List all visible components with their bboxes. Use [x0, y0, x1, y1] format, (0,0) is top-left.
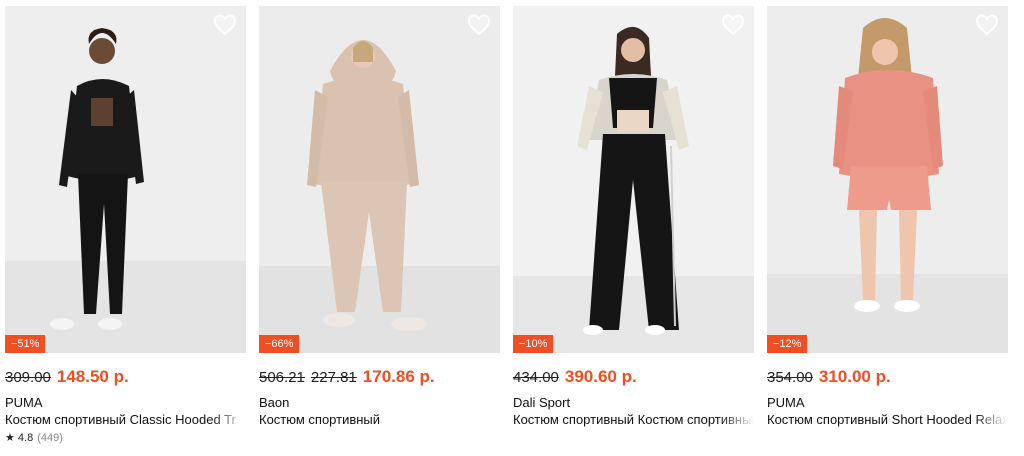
current-price: 148.50 р. — [56, 367, 129, 386]
review-count: (449) — [37, 432, 63, 444]
product-brand[interactable]: PUMA — [5, 395, 246, 411]
price-row: 434.00 390.60 р. — [513, 367, 754, 389]
product-grid: −51% 309.00 148.50 р. PUMA Костюм спорти… — [0, 0, 1024, 456]
heart-outline-icon[interactable] — [975, 13, 999, 37]
product-brand[interactable]: Dali Sport — [513, 395, 754, 411]
price-row: 354.00 310.00 р. — [767, 367, 1008, 389]
product-brand[interactable]: Baon — [259, 395, 500, 411]
current-price: 170.86 р. — [362, 367, 435, 386]
rating-value: ★ 4.8 — [5, 432, 34, 444]
current-price: 390.60 р. — [564, 367, 637, 386]
product-title[interactable]: Костюм спортивный — [259, 411, 500, 428]
old-price: 309.00 — [5, 369, 51, 386]
old-price: 354.00 — [767, 369, 813, 386]
product-card[interactable]: −66% 506.21 227.81 170.86 р. Baon Костюм… — [259, 6, 500, 456]
product-title[interactable]: Костюм спортивный Костюм спортивный — [513, 411, 754, 428]
product-rating: ★ 4.8 (449) — [5, 431, 246, 445]
model-photo-black-wide-pants — [513, 6, 754, 353]
product-image[interactable]: −66% — [259, 6, 500, 353]
product-card[interactable]: −10% 434.00 390.60 р. Dali Sport Костюм … — [513, 6, 754, 456]
heart-outline-icon[interactable] — [213, 13, 237, 37]
product-title[interactable]: Костюм спортивный Classic Hooded Tr — [5, 411, 246, 428]
discount-badge: −10% — [513, 335, 554, 353]
product-image[interactable]: −10% — [513, 6, 754, 353]
product-image[interactable]: −12% — [767, 6, 1008, 353]
current-price: 310.00 р. — [818, 367, 891, 386]
model-photo-black-tracksuit — [5, 6, 246, 353]
discount-badge: −66% — [259, 335, 300, 353]
discount-badge: −12% — [767, 335, 808, 353]
product-card[interactable]: −51% 309.00 148.50 р. PUMA Костюм спорти… — [5, 6, 246, 456]
product-card[interactable]: −12% 354.00 310.00 р. PUMA Костюм спорти… — [767, 6, 1008, 456]
price-row: 309.00 148.50 р. — [5, 367, 246, 389]
product-brand[interactable]: PUMA — [767, 395, 1008, 411]
old-price: 434.00 — [513, 369, 559, 386]
price-row: 506.21 227.81 170.86 р. — [259, 367, 500, 389]
model-photo-pink-hoodie-shorts — [767, 6, 1008, 353]
old-price: 506.21 — [259, 369, 305, 386]
old-price-secondary: 227.81 — [310, 369, 357, 386]
product-image[interactable]: −51% — [5, 6, 246, 353]
model-photo-beige-tracksuit — [259, 6, 500, 353]
product-title[interactable]: Костюм спортивный Short Hooded Relax — [767, 411, 1008, 428]
heart-outline-icon[interactable] — [721, 13, 745, 37]
heart-outline-icon[interactable] — [467, 13, 491, 37]
discount-badge: −51% — [5, 335, 46, 353]
